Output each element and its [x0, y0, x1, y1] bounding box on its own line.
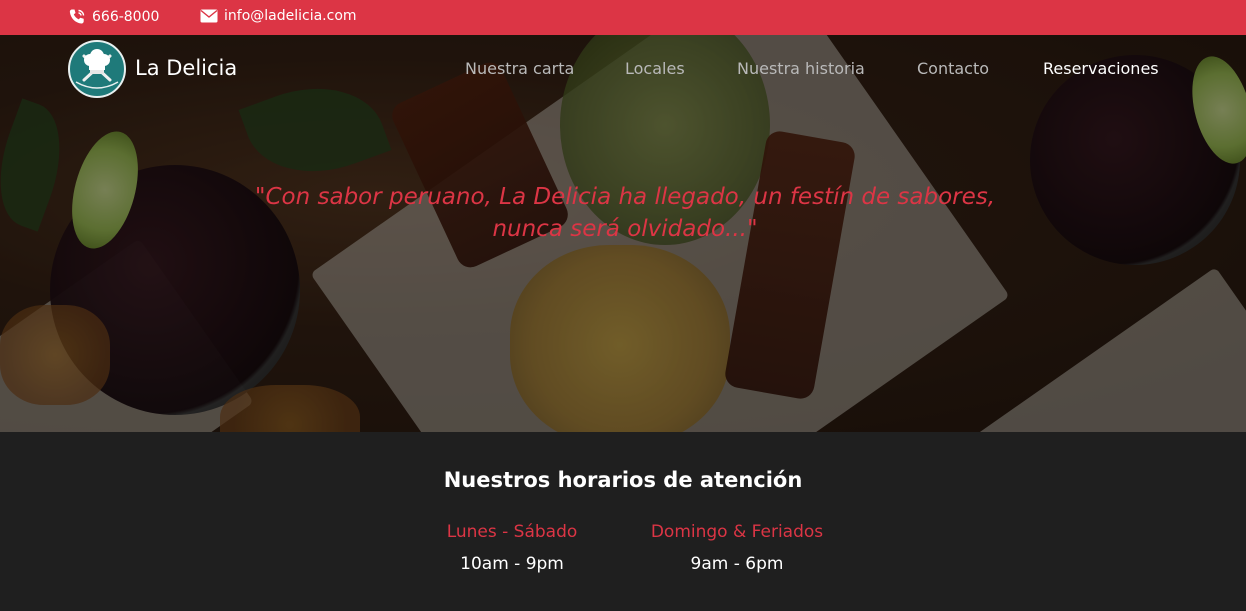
- chef-hat-logo[interactable]: [68, 40, 126, 98]
- schedule-time: 9am - 6pm: [690, 554, 784, 574]
- schedule-time: 10am - 9pm: [460, 554, 564, 574]
- schedule-weekends: Domingo & Feriados 9am - 6pm: [622, 522, 852, 574]
- nav-item-locales[interactable]: Locales: [625, 59, 685, 78]
- phone-number: 666-8000: [92, 9, 160, 25]
- schedule-days: Lunes - Sábado: [446, 522, 578, 542]
- phone-icon: [68, 8, 86, 26]
- brand-name[interactable]: La Delicia: [135, 56, 237, 80]
- section-title: Nuestros horarios de atención: [443, 468, 803, 492]
- envelope-icon: [200, 9, 218, 23]
- hero-quote: "Con sabor peruano, La Delicia ha llegad…: [254, 184, 996, 242]
- opening-hours-section: Nuestros horarios de atención Lunes - Sá…: [0, 432, 1246, 611]
- main-navbar: La Delicia Nuestra carta Locales Nuestra…: [0, 35, 1246, 103]
- nav-item-nuestra-historia[interactable]: Nuestra historia: [737, 59, 865, 78]
- nav-item-reservaciones[interactable]: Reservaciones: [1043, 59, 1159, 78]
- top-contact-bar: 666-8000 info@ladelicia.com: [0, 0, 1246, 35]
- nav-item-nuestra-carta[interactable]: Nuestra carta: [465, 59, 574, 78]
- schedule-weekdays: Lunes - Sábado 10am - 9pm: [397, 522, 627, 574]
- schedule-days: Domingo & Feriados: [650, 522, 824, 542]
- phone-contact[interactable]: 666-8000: [68, 8, 159, 26]
- email-address: info@ladelicia.com: [224, 8, 357, 24]
- nav-item-contacto[interactable]: Contacto: [917, 59, 989, 78]
- email-contact[interactable]: info@ladelicia.com: [200, 8, 357, 24]
